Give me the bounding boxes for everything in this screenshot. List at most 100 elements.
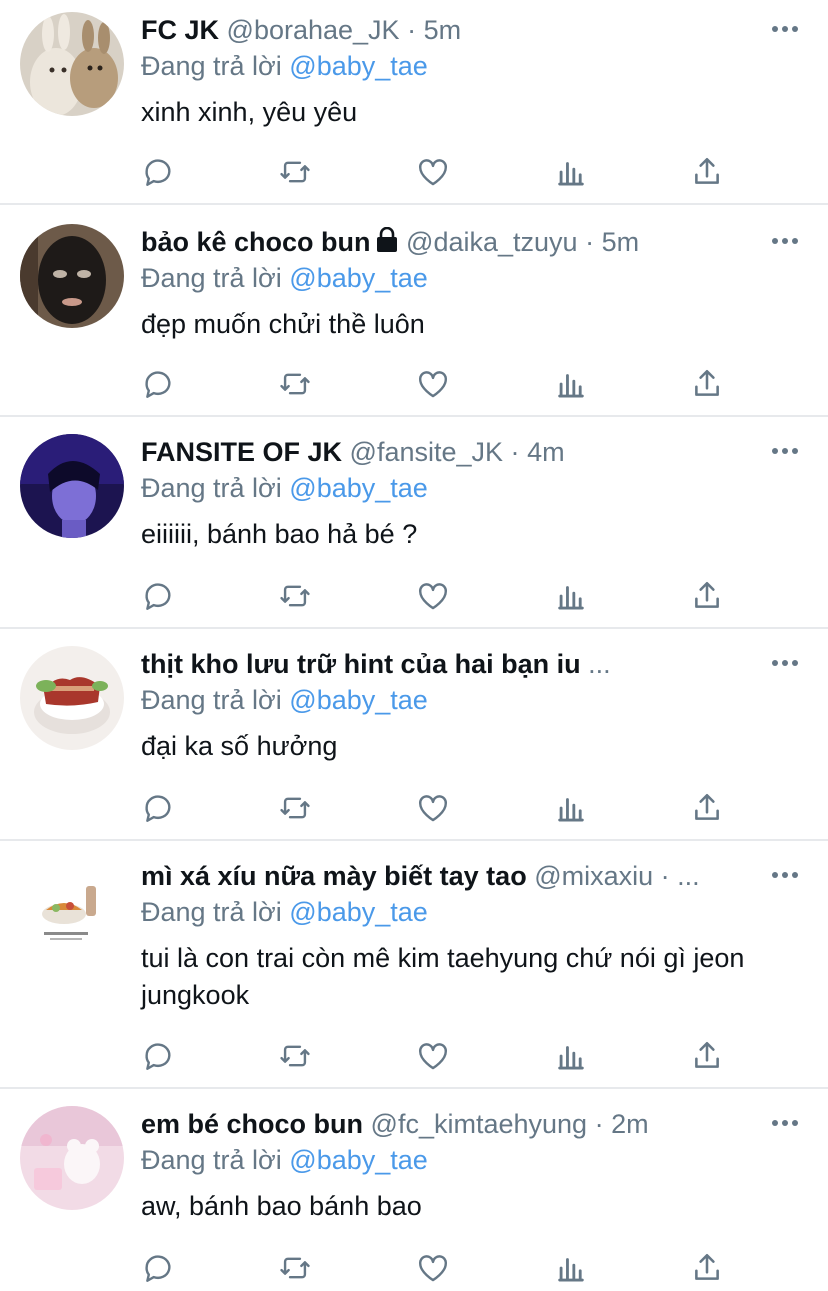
replying-to-label: Đang trả lời [141, 51, 282, 81]
retweet-icon[interactable] [275, 576, 315, 616]
replying-to-label: Đang trả lời [141, 685, 282, 715]
replying-to: Đang trả lời @baby_tae [141, 260, 428, 296]
tweet-text: tui là con trai còn mê kim taehyung chứ … [141, 943, 745, 1010]
timestamp[interactable]: 4m [527, 437, 565, 467]
analytics-icon[interactable] [551, 152, 591, 192]
divider [0, 1087, 828, 1089]
replying-to-label: Đang trả lời [141, 897, 282, 927]
retweet-icon[interactable] [275, 152, 315, 192]
more-icon[interactable] [770, 1108, 800, 1138]
avatar[interactable] [20, 434, 124, 538]
share-icon[interactable] [687, 576, 727, 616]
tweet-header: em bé choco bun @fc_kimtaehyung · 2m [141, 1106, 761, 1142]
timestamp[interactable]: 5m [424, 15, 462, 45]
mention-link[interactable]: @baby_tae [289, 473, 428, 503]
display-name[interactable]: FANSITE OF JK [141, 437, 342, 467]
separator-dot: · [585, 227, 595, 257]
share-icon[interactable] [687, 364, 727, 404]
display-name[interactable]: em bé choco bun [141, 1109, 363, 1139]
replying-to: Đang trả lời @baby_tae [141, 48, 428, 84]
like-icon[interactable] [413, 576, 453, 616]
tweet-actions [0, 364, 828, 404]
divider [0, 203, 828, 205]
reply-icon[interactable] [138, 1248, 178, 1288]
display-name[interactable]: bảo kê choco bun [141, 227, 371, 257]
tweet-header: FC JK @borahae_JK · 5m [141, 12, 761, 48]
tweet-text: eiiiiii, bánh bao hả bé ? [141, 519, 418, 549]
tweet[interactable]: mì xá xíu nữa mày biết tay tao @mixaxiu … [0, 846, 828, 1087]
tweet[interactable]: bảo kê choco bun @daika_tzuyu · 5m Đang … [0, 212, 828, 415]
display-name[interactable]: thịt kho lưu trữ hint của hai bạn iu [141, 649, 581, 679]
more-icon[interactable] [770, 860, 800, 890]
timestamp[interactable]: 5m [602, 227, 640, 257]
share-icon[interactable] [687, 1248, 727, 1288]
tweet[interactable]: thịt kho lưu trữ hint của hai bạn iu ...… [0, 634, 828, 838]
reply-icon[interactable] [138, 788, 178, 828]
more-icon[interactable] [770, 436, 800, 466]
reply-icon[interactable] [138, 364, 178, 404]
replying-to: Đang trả lời @baby_tae [141, 682, 428, 718]
avatar[interactable] [20, 858, 124, 962]
tweet-header: mì xá xíu nữa mày biết tay tao @mixaxiu … [141, 858, 761, 894]
display-name[interactable]: FC JK [141, 15, 219, 45]
retweet-icon[interactable] [275, 364, 315, 404]
reply-icon[interactable] [138, 1036, 178, 1076]
lock-icon [375, 226, 399, 260]
like-icon[interactable] [413, 788, 453, 828]
analytics-icon[interactable] [551, 1036, 591, 1076]
user-handle[interactable]: @daika_tzuyu [406, 227, 578, 257]
like-icon[interactable] [413, 1248, 453, 1288]
like-icon[interactable] [413, 1036, 453, 1076]
display-name[interactable]: mì xá xíu nữa mày biết tay tao [141, 861, 527, 891]
mention-link[interactable]: @baby_tae [289, 685, 428, 715]
replying-to: Đang trả lời @baby_tae [141, 470, 428, 506]
tweet[interactable]: FC JK @borahae_JK · 5m Đang trả lời @bab… [0, 0, 828, 203]
user-handle[interactable]: @mixaxiu [534, 861, 653, 891]
avatar[interactable] [20, 224, 124, 328]
tweet[interactable]: em bé choco bun @fc_kimtaehyung · 2m Đan… [0, 1094, 828, 1291]
analytics-icon[interactable] [551, 788, 591, 828]
more-icon[interactable] [770, 648, 800, 678]
analytics-icon[interactable] [551, 576, 591, 616]
reply-icon[interactable] [138, 152, 178, 192]
tweet-header: thịt kho lưu trữ hint của hai bạn iu ... [141, 646, 761, 682]
timestamp[interactable]: 2m [611, 1109, 649, 1139]
share-icon[interactable] [687, 788, 727, 828]
analytics-icon[interactable] [551, 364, 591, 404]
tweet-actions [0, 576, 828, 616]
share-icon[interactable] [687, 152, 727, 192]
mention-link[interactable]: @baby_tae [289, 263, 428, 293]
retweet-icon[interactable] [275, 788, 315, 828]
like-icon[interactable] [413, 152, 453, 192]
separator-dot: · [660, 861, 670, 891]
replying-to: Đang trả lời @baby_tae [141, 894, 428, 930]
timestamp[interactable]: ... [677, 861, 700, 891]
user-handle[interactable]: @borahae_JK [227, 15, 400, 45]
like-icon[interactable] [413, 364, 453, 404]
replying-to-label: Đang trả lời [141, 473, 282, 503]
retweet-icon[interactable] [275, 1036, 315, 1076]
more-icon[interactable] [770, 226, 800, 256]
divider [0, 415, 828, 417]
tweet[interactable]: FANSITE OF JK @fansite_JK · 4m Đang trả … [0, 422, 828, 626]
analytics-icon[interactable] [551, 1248, 591, 1288]
tweet-text: xinh xinh, yêu yêu [141, 97, 358, 127]
share-icon[interactable] [687, 1036, 727, 1076]
tweet-actions [0, 152, 828, 192]
mention-link[interactable]: @baby_tae [289, 1145, 428, 1175]
tweet-actions [0, 1036, 828, 1076]
user-handle[interactable]: @fansite_JK [350, 437, 503, 467]
tweet-text: đẹp muốn chửi thề luôn [141, 309, 425, 339]
reply-icon[interactable] [138, 576, 178, 616]
user-handle[interactable]: @fc_kimtaehyung [371, 1109, 588, 1139]
avatar[interactable] [20, 12, 124, 116]
mention-link[interactable]: @baby_tae [289, 51, 428, 81]
mention-link[interactable]: @baby_tae [289, 897, 428, 927]
replying-to-label: Đang trả lời [141, 263, 282, 293]
avatar[interactable] [20, 646, 124, 750]
retweet-icon[interactable] [275, 1248, 315, 1288]
divider [0, 839, 828, 841]
more-icon[interactable] [770, 14, 800, 44]
user-handle[interactable]: ... [588, 649, 611, 679]
avatar[interactable] [20, 1106, 124, 1210]
